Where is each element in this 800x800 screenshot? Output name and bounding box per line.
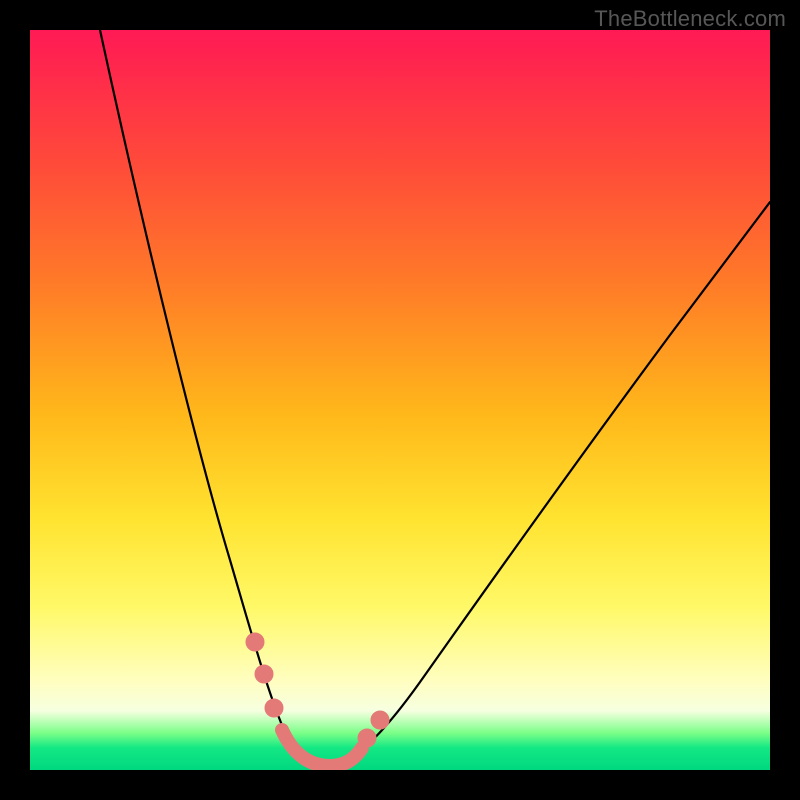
bottleneck-curve-path [100,30,770,767]
valley-dot [358,729,376,747]
plot-area [30,30,770,770]
watermark-text: TheBottleneck.com [594,6,786,32]
valley-highlight-dots [246,633,389,766]
bottleneck-curve-svg [30,30,770,770]
valley-dot [371,711,389,729]
valley-dot [246,633,264,651]
outer-black-frame: TheBottleneck.com [0,0,800,800]
valley-floor-segment [282,730,362,766]
valley-dot [255,665,273,683]
valley-dot [265,699,283,717]
